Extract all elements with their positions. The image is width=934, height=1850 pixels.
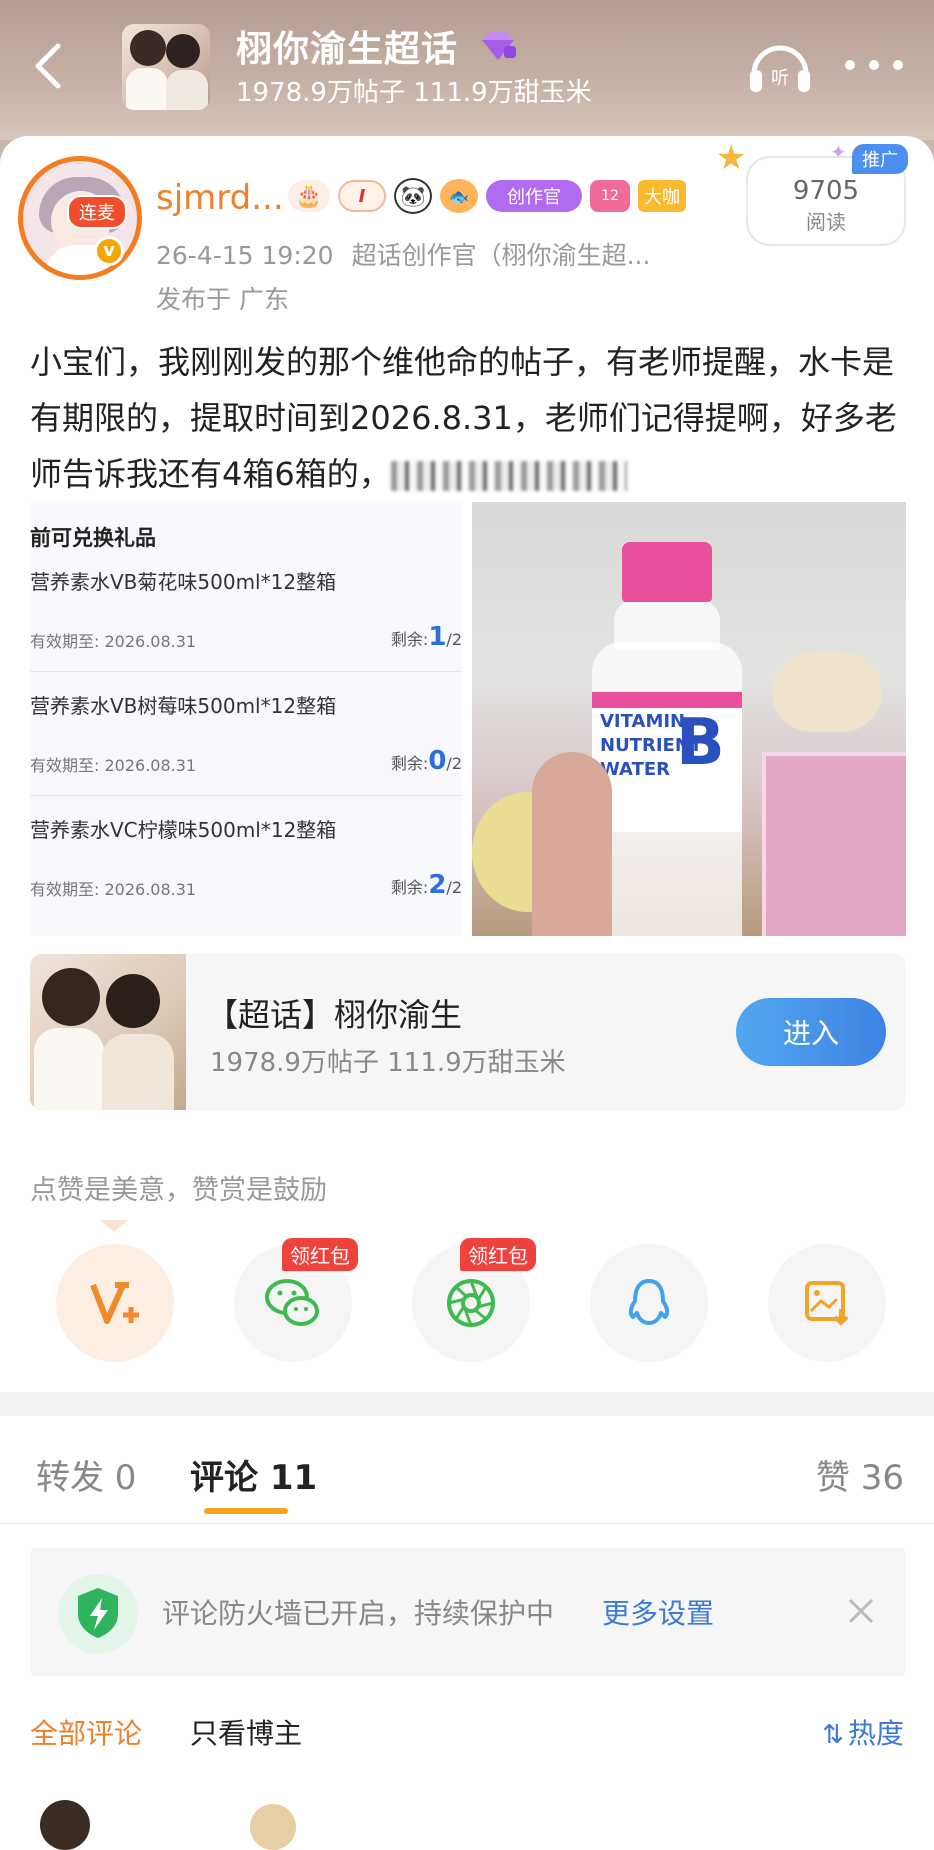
- filter-author-only[interactable]: 只看博主: [190, 1712, 302, 1752]
- cake-badge-icon[interactable]: 🎂: [288, 180, 330, 212]
- tab-comment[interactable]: 评论 11: [190, 1450, 317, 1499]
- post-image-gift-list[interactable]: 前可兑换礼品 营养素水VB菊花味500ml*12整箱 有效期至: 2026.08…: [30, 502, 462, 936]
- user-badges: 🎂 I 🐼 🐟 创作官 12 大咖: [288, 176, 686, 216]
- hongbao-tag: 领红包: [460, 1238, 536, 1271]
- share-row: 领红包 领红包: [56, 1238, 890, 1362]
- post-card: 连麦 v sjmrd... 🎂 I 🐼 🐟 创作官 12 大咖 ★ ✦ 9705…: [0, 136, 934, 1850]
- gift-name: 营养素水VC柠檬味500ml*12整箱: [30, 818, 337, 842]
- supertopic-card[interactable]: 【超话】栩你渝生 1978.9万帖子 111.9万甜玉米 进入: [30, 954, 906, 1110]
- supertopic-thumbnail: [30, 954, 186, 1110]
- sort-icon: ⇅: [822, 1720, 844, 1750]
- author-avatar[interactable]: 连麦: [18, 156, 142, 280]
- gift-name: 营养素水VB菊花味500ml*12整箱: [30, 570, 337, 594]
- save-image-icon: [805, 1281, 849, 1326]
- share-qq-button[interactable]: [590, 1244, 708, 1362]
- gift-remain: 剩余:1/2: [390, 622, 462, 652]
- interaction-tabs: 转发 0 评论 11 赞 36: [0, 1416, 934, 1524]
- top-header: 栩你渝生超话 1978.9万帖子 111.9万甜玉米 听: [0, 0, 934, 140]
- comment-avatar[interactable]: [250, 1804, 296, 1850]
- author-username[interactable]: sjmrd...: [156, 178, 284, 218]
- post-image-bottle-photo[interactable]: VITAMIN NUTRIENT WATER B: [472, 502, 906, 936]
- topic-stats: 1978.9万帖子 111.9万甜玉米: [236, 78, 592, 108]
- gift-item: 营养素水VC柠檬味500ml*12整箱 有效期至: 2026.08.31 剩余:…: [30, 796, 462, 920]
- gem-icon: [482, 32, 516, 60]
- promote-tag[interactable]: 推广: [852, 144, 908, 174]
- share-moments-button[interactable]: 领红包: [412, 1238, 536, 1362]
- gift-expiry: 有效期至: 2026.08.31: [30, 880, 197, 899]
- topic-avatar[interactable]: [122, 24, 210, 110]
- gift-remain: 剩余:0/2: [390, 746, 462, 776]
- level-i-badge[interactable]: I: [338, 180, 386, 212]
- save-image-button[interactable]: [768, 1244, 886, 1362]
- comment-avatar[interactable]: [40, 1800, 90, 1850]
- gift-remain: 剩余:2/2: [390, 870, 462, 900]
- hongbao-tag: 领红包: [282, 1238, 358, 1271]
- post-location: 发布于 广东: [156, 285, 289, 314]
- filter-all-comments[interactable]: 全部评论: [30, 1712, 142, 1752]
- post-body: 小宝们，我刚刚发的那个维他命的帖子，有老师提醒，水卡是有期限的，提取时间到202…: [30, 334, 916, 502]
- comment-filters: 全部评论 只看博主 ⇅ 热度: [0, 1692, 934, 1766]
- fish-badge-icon[interactable]: 🐟: [440, 179, 478, 213]
- reward-vplus-button[interactable]: [56, 1244, 174, 1362]
- reward-prompt: 点赞是美意，赞赏是鼓励: [30, 1175, 327, 1206]
- share-wechat-button[interactable]: 领红包: [234, 1238, 358, 1362]
- topic-title[interactable]: 栩你渝生超话: [236, 20, 458, 72]
- read-count: 9705: [792, 176, 860, 206]
- more-settings-link[interactable]: 更多设置: [602, 1592, 714, 1632]
- gift-expiry: 有效期至: 2026.08.31: [30, 756, 197, 775]
- active-tab-indicator: [204, 1508, 288, 1514]
- post-timestamp: 26-4-15 19:20: [156, 241, 334, 270]
- sort-by-heat-button[interactable]: ⇅ 热度: [822, 1712, 904, 1752]
- read-label: 阅读: [806, 210, 846, 234]
- gift-expiry: 有效期至: 2026.08.31: [30, 632, 197, 651]
- close-icon[interactable]: [846, 1596, 876, 1626]
- tab-repost[interactable]: 转发 0: [36, 1450, 136, 1499]
- sort-label: 热度: [847, 1717, 904, 1750]
- gem-level-badge[interactable]: 12: [590, 180, 630, 212]
- bottle-label-letter: B: [676, 706, 725, 780]
- back-button[interactable]: [28, 38, 68, 94]
- enter-button[interactable]: 进入: [736, 998, 886, 1066]
- svg-text:听: 听: [771, 68, 789, 89]
- qq-penguin-icon: [628, 1279, 670, 1325]
- blurred-text: [390, 461, 627, 491]
- post-meta: 26-4-15 19:20 超话创作官（栩你渝生超...: [156, 236, 668, 272]
- comment-firewall-notice: 评论防火墙已开启，持续保护中 更多设置: [30, 1548, 906, 1676]
- bottle-label-text: VITAMIN NUTRIENT WATER: [600, 711, 703, 780]
- wechat-icon: [265, 1279, 319, 1326]
- panda-badge-icon[interactable]: 🐼: [394, 178, 432, 214]
- post-source[interactable]: 超话创作官（栩你渝生超...: [352, 241, 651, 270]
- star-decoration-icon: ★: [716, 138, 747, 178]
- firewall-text: 评论防火墙已开启，持续保护中: [162, 1597, 555, 1630]
- v-plus-icon: [90, 1282, 139, 1324]
- supertopic-stats: 1978.9万帖子 111.9万甜玉米: [210, 1048, 566, 1078]
- live-mic-tag: 连麦: [67, 195, 127, 229]
- section-divider: [0, 1392, 934, 1416]
- reward-caret: [100, 1220, 128, 1232]
- moments-icon: [447, 1279, 495, 1327]
- tab-like[interactable]: 赞 36: [816, 1450, 904, 1499]
- creator-badge[interactable]: 创作官: [486, 180, 582, 212]
- gift-item: 营养素水VB菊花味500ml*12整箱 有效期至: 2026.08.31 剩余:…: [30, 548, 462, 672]
- bottle-photo: VITAMIN NUTRIENT WATER B: [592, 542, 742, 936]
- big-shot-badge[interactable]: 大咖: [638, 180, 686, 212]
- chevron-left-icon: [35, 43, 61, 89]
- listen-headphones-icon[interactable]: 听: [746, 38, 814, 96]
- gift-name: 营养素水VB树莓味500ml*12整箱: [30, 694, 337, 718]
- verified-badge-icon: v: [94, 236, 124, 266]
- more-options-button[interactable]: [838, 50, 918, 80]
- supertopic-title: 【超话】栩你渝生: [206, 996, 463, 1034]
- shield-lightning-icon: [58, 1574, 138, 1654]
- gift-item: 营养素水VB树莓味500ml*12整箱 有效期至: 2026.08.31 剩余:…: [30, 672, 462, 796]
